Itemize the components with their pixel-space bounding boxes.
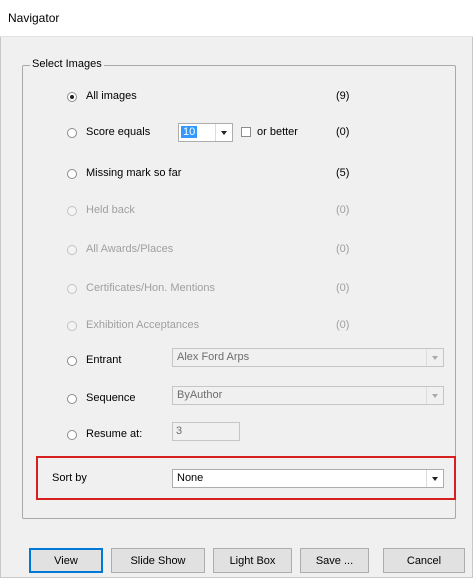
count-all-images: (9) xyxy=(336,90,350,102)
radio-all-awards[interactable] xyxy=(67,245,77,255)
radio-missing-mark[interactable] xyxy=(67,169,77,179)
radio-resume-at[interactable] xyxy=(67,430,77,440)
sort-by-dropdown[interactable]: None xyxy=(172,469,444,488)
label-sort-by: Sort by xyxy=(52,472,87,484)
label-exhibition: Exhibition Acceptances xyxy=(86,319,200,331)
sequence-value: ByAuthor xyxy=(177,389,223,401)
entrant-dropdown[interactable]: Alex Ford Arps xyxy=(172,348,444,367)
slide-show-button[interactable]: Slide Show xyxy=(111,548,205,573)
score-dropdown[interactable]: 10 xyxy=(178,123,233,142)
radio-selected-icon xyxy=(70,95,74,99)
count-all-awards: (0) xyxy=(336,243,350,255)
label-certificates: Certificates/Hon. Mentions xyxy=(86,282,215,294)
count-certificates: (0) xyxy=(336,282,350,294)
dropdown-arrow-icon[interactable] xyxy=(426,387,443,404)
window-title: Navigator xyxy=(8,11,60,25)
label-or-better: or better xyxy=(257,126,298,138)
group-legend: Select Images xyxy=(30,58,104,70)
label-entrant: Entrant xyxy=(86,354,122,366)
cancel-button[interactable]: Cancel xyxy=(383,548,465,573)
dropdown-arrow-icon[interactable] xyxy=(426,470,443,487)
label-all-awards: All Awards/Places xyxy=(86,243,174,255)
dropdown-arrow-icon[interactable] xyxy=(426,349,443,366)
resume-at-value: 3 xyxy=(176,425,183,437)
radio-certificates[interactable] xyxy=(67,284,77,294)
score-value: 10 xyxy=(181,126,198,138)
radio-sequence[interactable] xyxy=(67,394,77,404)
view-button[interactable]: View xyxy=(29,548,103,573)
count-exhibition: (0) xyxy=(336,319,350,331)
sequence-dropdown[interactable]: ByAuthor xyxy=(172,386,444,405)
or-better-checkbox[interactable] xyxy=(241,127,251,137)
count-score-equals: (0) xyxy=(336,126,350,138)
label-missing-mark: Missing mark so far xyxy=(86,167,182,179)
light-box-button[interactable]: Light Box xyxy=(213,548,292,573)
count-missing-mark: (5) xyxy=(336,167,350,179)
radio-all-images[interactable] xyxy=(67,92,77,102)
label-held-back: Held back xyxy=(86,204,135,216)
sort-by-value: None xyxy=(177,472,204,484)
radio-entrant[interactable] xyxy=(67,356,77,366)
label-score-equals: Score equals xyxy=(86,126,151,138)
label-all-images: All images xyxy=(86,90,137,102)
radio-exhibition[interactable] xyxy=(67,321,77,331)
dropdown-arrow-icon[interactable] xyxy=(215,124,232,141)
label-sequence: Sequence xyxy=(86,392,136,404)
count-held-back: (0) xyxy=(336,204,350,216)
save-button[interactable]: Save ... xyxy=(300,548,369,573)
entrant-value: Alex Ford Arps xyxy=(177,351,250,363)
label-resume-at: Resume at: xyxy=(86,428,143,440)
title-bar: Navigator xyxy=(0,0,473,37)
radio-score-equals[interactable] xyxy=(67,128,77,138)
resume-at-field[interactable]: 3 xyxy=(172,422,240,441)
radio-held-back[interactable] xyxy=(67,206,77,216)
